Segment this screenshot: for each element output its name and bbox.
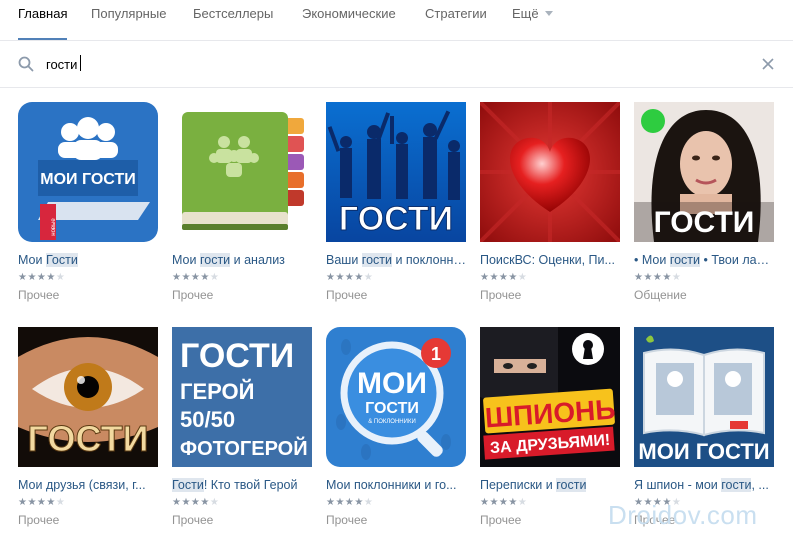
close-icon[interactable] — [761, 57, 775, 71]
app-card[interactable]: Мои гости и анализ ★★★★★ Прочее — [172, 102, 312, 302]
rating-stars: ★★★★★ — [172, 272, 220, 283]
rating-stars: ★★★★★ — [172, 497, 220, 508]
app-title[interactable]: Гости! Кто твой Герой — [172, 478, 312, 492]
app-title[interactable]: Мои друзья (связи, г... — [18, 478, 158, 492]
app-card[interactable]: МОИ ГОСТИ & ПОКЛОННИКИ 1 Мои поклонники … — [326, 327, 466, 527]
tab-popular[interactable]: Популярные — [91, 4, 166, 40]
app-category: Общение — [634, 288, 687, 302]
svg-text:1: 1 — [431, 344, 441, 364]
svg-text:МОИ ГОСТИ: МОИ ГОСТИ — [40, 171, 135, 188]
svg-text:ФОТОГЕРОЙ: ФОТОГЕРОЙ — [180, 436, 308, 460]
app-category: Прочее — [172, 513, 214, 527]
app-category: Прочее — [480, 513, 522, 527]
app-title[interactable]: Я шпион - мои гости, ... — [634, 478, 774, 492]
open-photo-album-icon: МОИ ГОСТИ — [634, 327, 774, 467]
svg-text:новые: новые — [51, 218, 57, 236]
party-crowd-icon: ГОСТИ — [326, 102, 466, 242]
app-category: Прочее — [172, 288, 214, 302]
spy-keyhole-icon: ШПИОНЬ ЗА ДРУЗЬЯМИ! — [480, 327, 620, 467]
app-card[interactable]: ПоискВС: Оценки, Пи... ★★★★★ Прочее — [480, 102, 620, 302]
app-title[interactable]: • Мои гости • Твои лайки — [634, 253, 774, 267]
moi-gosti-people-icon: МОИ ГОСТИ новые — [18, 102, 158, 242]
app-thumbnail: ГОСТИ — [18, 327, 158, 467]
svg-text:ГОСТИ: ГОСТИ — [180, 337, 294, 375]
tab-bestsellers[interactable]: Бестселлеры — [193, 4, 273, 40]
rating-stars: ★★★★★ — [634, 272, 682, 283]
app-thumbnail — [480, 102, 620, 242]
svg-text:ГОСТИ: ГОСТИ — [339, 200, 453, 238]
svg-text:ГОСТИ: ГОСТИ — [28, 418, 149, 459]
app-thumbnail: ГОСТИ ГЕРОЙ 50/50 ФОТОГЕРОЙ — [172, 327, 312, 467]
blue-text-tile-icon: ГОСТИ ГЕРОЙ 50/50 ФОТОГЕРОЙ — [172, 327, 312, 467]
svg-text:ГОСТИ: ГОСТИ — [365, 400, 419, 417]
tab-main[interactable]: Главная — [18, 4, 68, 40]
svg-text:МОИ: МОИ — [357, 367, 427, 400]
svg-text:& ПОКЛОННИКИ: & ПОКЛОННИКИ — [368, 419, 416, 425]
app-category: Прочее — [18, 513, 60, 527]
app-title[interactable]: Переписки и гости — [480, 478, 620, 492]
app-thumbnail — [172, 102, 312, 242]
text-cursor — [80, 55, 81, 71]
app-title[interactable]: Мои гости и анализ — [172, 253, 312, 267]
app-card[interactable]: МОИ ГОСТИ новые Мои Гости ★★★★★ Прочее — [18, 102, 158, 302]
app-thumbnail: ШПИОНЬ ЗА ДРУЗЬЯМИ! — [480, 327, 620, 467]
app-title[interactable]: Мои Гости — [18, 253, 158, 267]
app-thumbnail: ГОСТИ — [326, 102, 466, 242]
green-book-icon — [172, 102, 312, 242]
rating-stars: ★★★★★ — [480, 272, 528, 283]
rating-stars: ★★★★★ — [18, 497, 66, 508]
tab-strategies[interactable]: Стратегии — [425, 4, 487, 40]
eye-closeup-icon: ГОСТИ — [18, 327, 158, 467]
search-bar — [0, 41, 793, 88]
app-card[interactable]: ГОСТИ ГЕРОЙ 50/50 ФОТОГЕРОЙ Гости! Кто т… — [172, 327, 312, 527]
rating-stars: ★★★★★ — [18, 272, 66, 283]
rating-stars: ★★★★★ — [326, 497, 374, 508]
tab-more[interactable]: Ещё — [512, 4, 553, 40]
svg-text:ГЕРОЙ: ГЕРОЙ — [180, 379, 254, 404]
app-category: Прочее — [326, 513, 368, 527]
rating-stars: ★★★★★ — [326, 272, 374, 283]
app-category: Прочее — [480, 288, 522, 302]
app-card[interactable]: ГОСТИ Мои друзья (связи, г... ★★★★★ Проч… — [18, 327, 158, 527]
app-title[interactable]: ПоискВС: Оценки, Пи... — [480, 253, 620, 267]
app-thumbnail: ГОСТИ — [634, 102, 774, 242]
category-tabs: Главная Популярные Бестселлеры Экономиче… — [0, 0, 793, 41]
girl-portrait-icon: ГОСТИ — [634, 102, 774, 242]
app-title[interactable]: Ваши гости и поклонники — [326, 253, 466, 267]
chevron-down-icon — [544, 11, 553, 16]
app-card[interactable]: ГОСТИ • Мои гости • Твои лайки ★★★★★ Общ… — [634, 102, 774, 302]
app-card[interactable]: ШПИОНЬ ЗА ДРУЗЬЯМИ! Переписки и гости ★★… — [480, 327, 620, 527]
tab-economic[interactable]: Экономические — [302, 4, 396, 40]
search-input[interactable] — [46, 53, 736, 75]
app-title[interactable]: Мои поклонники и го... — [326, 478, 466, 492]
red-heart-icon — [480, 102, 620, 242]
app-card[interactable]: МОИ ГОСТИ Я шпион - мои гости, ... ★★★★★… — [634, 327, 774, 527]
search-icon — [18, 56, 34, 72]
watermark: Droidov.com — [608, 500, 758, 530]
tab-more-label: Ещё — [512, 6, 539, 21]
svg-text:50/50: 50/50 — [180, 407, 235, 432]
app-category: Прочее — [18, 288, 60, 302]
app-category: Прочее — [326, 288, 368, 302]
svg-text:МОИ ГОСТИ: МОИ ГОСТИ — [638, 439, 769, 464]
app-thumbnail: МОИ ГОСТИ & ПОКЛОННИКИ 1 — [326, 327, 466, 467]
rating-stars: ★★★★★ — [480, 497, 528, 508]
app-thumbnail: МОИ ГОСТИ — [634, 327, 774, 467]
app-card[interactable]: ГОСТИ Ваши гости и поклонники ★★★★★ Проч… — [326, 102, 466, 302]
svg-text:ГОСТИ: ГОСТИ — [654, 206, 755, 239]
magnifier-badge-icon: МОИ ГОСТИ & ПОКЛОННИКИ 1 — [326, 327, 466, 467]
app-thumbnail: МОИ ГОСТИ новые — [18, 102, 158, 242]
